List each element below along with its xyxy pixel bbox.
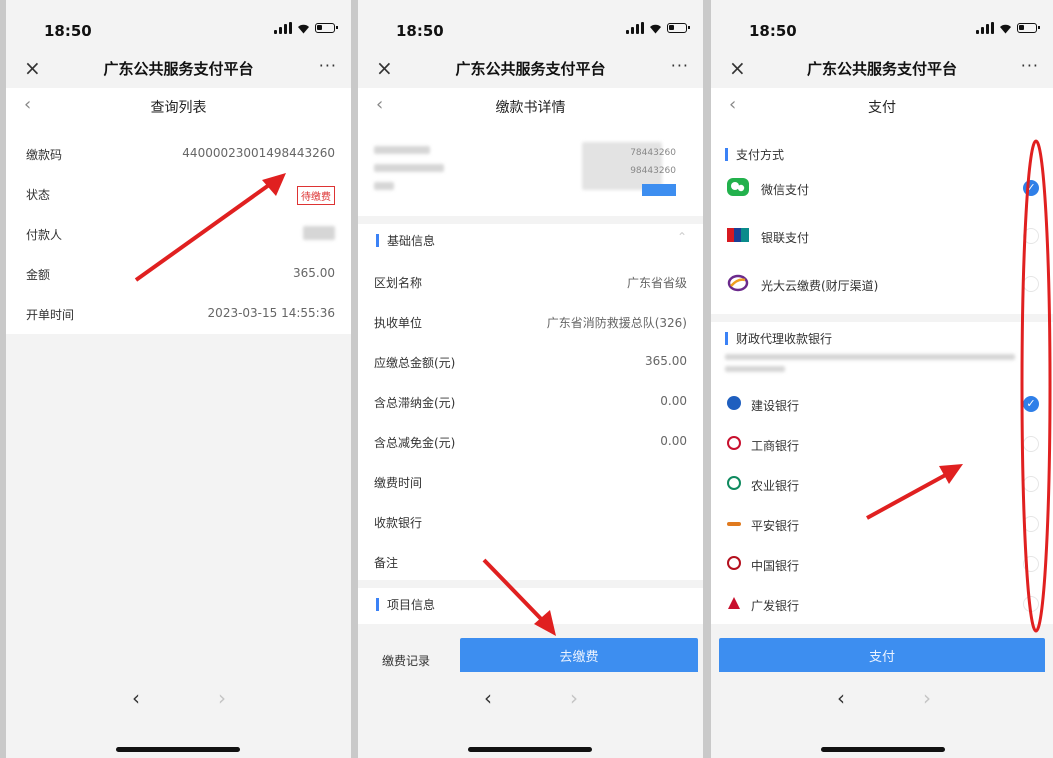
bank-option[interactable]: 中国银行 bbox=[711, 546, 1053, 582]
detail-row: 缴费时间 bbox=[374, 476, 423, 490]
app-title: 广东公共服务支付平台 bbox=[806, 60, 957, 78]
home-indicator bbox=[116, 747, 240, 752]
battery-icon bbox=[667, 23, 690, 33]
section-pay-method: 支付方式 bbox=[725, 146, 784, 163]
page-title: 缴款书详情 bbox=[495, 100, 566, 116]
redacted-tag bbox=[642, 184, 676, 196]
status-badge: 待缴费 bbox=[297, 186, 335, 205]
bank-option[interactable]: 广发银行 bbox=[711, 586, 1053, 622]
wifi-icon bbox=[298, 24, 309, 33]
nav-back-icon[interactable]: ‹ bbox=[837, 686, 845, 710]
home-indicator bbox=[821, 747, 945, 752]
section-item-info: 项目信息 bbox=[376, 596, 435, 613]
phone-screen-payment: 18:50 × 广东公共服务支付平台 ··· ‹ 支付 支付方式 微信支付 ✓ … bbox=[711, 0, 1053, 758]
annotation-arrow bbox=[134, 173, 286, 282]
page-header: ‹ 查询列表 bbox=[6, 88, 351, 124]
battery-icon bbox=[1017, 23, 1040, 33]
app-title-bar: × 广东公共服务支付平台 ··· bbox=[6, 50, 351, 86]
detail-row: 含总滞纳金(元) 0.00 bbox=[374, 394, 687, 410]
nav-forward-icon[interactable]: › bbox=[218, 686, 226, 710]
wechat-icon bbox=[727, 178, 749, 196]
nav-forward-icon[interactable]: › bbox=[923, 686, 931, 710]
more-icon[interactable]: ··· bbox=[1021, 56, 1039, 75]
more-icon[interactable]: ··· bbox=[671, 56, 689, 75]
page-header: ‹ 支付 bbox=[711, 88, 1053, 124]
wifi-icon bbox=[1000, 24, 1011, 33]
detail-row: 含总减免金(元) 0.00 bbox=[374, 434, 687, 450]
bottom-nav: ‹ › bbox=[358, 672, 703, 758]
nav-back-icon[interactable]: ‹ bbox=[132, 686, 140, 710]
section-basic-info: 基础信息 bbox=[376, 232, 435, 249]
pay-method-cebbank[interactable]: 光大云缴费(财厅渠道) bbox=[711, 266, 1053, 302]
annotation-ellipse bbox=[1020, 139, 1052, 633]
redacted-summary: 78443260 98443260 bbox=[372, 136, 682, 206]
payment-options: 支付方式 微信支付 ✓ 银联支付 光大云缴费(财厅渠道) 财政代理收款银行 建设… bbox=[711, 124, 1053, 630]
detail-row: 区划名称 广东省省级 bbox=[374, 276, 687, 290]
home-indicator bbox=[468, 747, 592, 752]
redacted-payer bbox=[303, 226, 335, 240]
annotation-arrow bbox=[866, 464, 963, 520]
app-title: 广东公共服务支付平台 bbox=[455, 60, 606, 78]
phone-screen-bill-detail: 18:50 × 广东公共服务支付平台 ··· ‹ 缴款书详情 78443260 … bbox=[358, 0, 703, 758]
bank-option[interactable]: 建设银行 ✓ bbox=[711, 386, 1053, 422]
detail-row: 收款银行 bbox=[374, 516, 423, 530]
detail-row: 应缴总金额(元) 365.00 bbox=[374, 354, 687, 370]
icbc-icon bbox=[727, 436, 741, 450]
phone-screen-query-list: 18:50 × 广东公共服务支付平台 ··· ‹ 查询列表 缴款码 440000… bbox=[6, 0, 351, 758]
pay-method-wechat[interactable]: 微信支付 ✓ bbox=[711, 170, 1053, 206]
detail-row: 执收单位 广东省消防救援总队(326) bbox=[374, 316, 687, 330]
bottom-nav: ‹ › bbox=[711, 672, 1053, 758]
nav-forward-icon[interactable]: › bbox=[570, 686, 578, 710]
app-title-bar: × 广东公共服务支付平台 ··· bbox=[711, 50, 1053, 86]
page-header: ‹ 缴款书详情 bbox=[358, 88, 703, 124]
battery-icon bbox=[315, 23, 338, 33]
more-icon[interactable]: ··· bbox=[319, 56, 337, 75]
app-title-bar: × 广东公共服务支付平台 ··· bbox=[358, 50, 703, 86]
annotation-arrow bbox=[482, 558, 556, 636]
pingan-icon bbox=[727, 522, 741, 526]
signal-icon bbox=[626, 22, 644, 34]
status-time: 18:50 bbox=[396, 22, 444, 40]
status-time: 18:50 bbox=[44, 22, 92, 40]
nav-back-icon[interactable]: ‹ bbox=[484, 686, 492, 710]
signal-icon bbox=[274, 22, 292, 34]
unionpay-icon bbox=[727, 228, 749, 242]
list-row-time: 开单时间 2023-03-15 14:55:36 bbox=[26, 306, 335, 322]
pay-method-unionpay[interactable]: 银联支付 bbox=[711, 218, 1053, 254]
page-title: 支付 bbox=[868, 100, 896, 116]
status-time: 18:50 bbox=[749, 22, 797, 40]
page-title: 查询列表 bbox=[150, 100, 207, 116]
ccb-icon bbox=[727, 396, 741, 410]
boc-icon bbox=[727, 556, 741, 570]
bank-option[interactable]: 工商银行 bbox=[711, 426, 1053, 462]
bottom-nav: ‹ › bbox=[6, 672, 351, 758]
wifi-icon bbox=[650, 24, 661, 33]
bill-detail: 78443260 98443260 基础信息 ⌃ 区划名称 广东省省级 执收单位广… bbox=[358, 124, 703, 624]
abc-icon bbox=[727, 476, 741, 490]
section-bank: 财政代理收款银行 bbox=[725, 330, 832, 347]
app-title: 广东公共服务支付平台 bbox=[103, 60, 254, 78]
redacted-note bbox=[725, 354, 1025, 372]
payment-record-link[interactable]: 缴费记录 bbox=[382, 652, 430, 669]
cebbank-icon bbox=[727, 274, 749, 292]
cgb-icon bbox=[728, 597, 740, 609]
chevron-up-icon[interactable]: ⌃ bbox=[677, 230, 687, 244]
signal-icon bbox=[976, 22, 994, 34]
